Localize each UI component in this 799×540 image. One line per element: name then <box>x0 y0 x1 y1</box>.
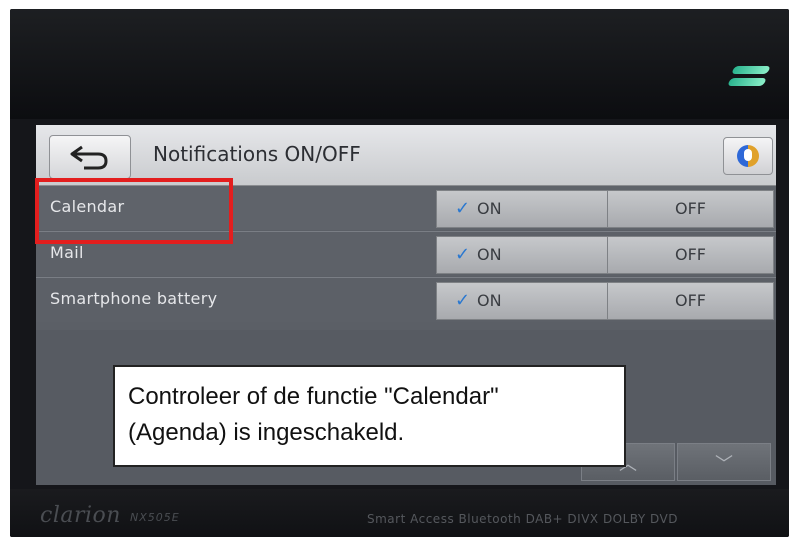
off-label: OFF <box>675 245 706 264</box>
smartphone-battery-on-button[interactable]: ✓ ON <box>436 282 608 320</box>
device-bezel-top <box>10 9 789 119</box>
calendar-on-button[interactable]: ✓ ON <box>436 190 608 228</box>
scroll-down-button[interactable]: ﹀ <box>677 443 771 481</box>
on-label: ON <box>477 291 502 310</box>
model-label: NX505E <box>130 511 180 524</box>
voice-button[interactable] <box>723 137 773 175</box>
back-button[interactable] <box>49 135 131 179</box>
chevron-down-icon: ﹀ <box>715 454 733 475</box>
check-icon: ✓ <box>455 198 471 219</box>
callout-line-2: (Agenda) is ingeschakeld. <box>128 419 405 446</box>
mail-on-button[interactable]: ✓ ON <box>436 236 608 274</box>
on-label: ON <box>477 245 502 264</box>
off-label: OFF <box>675 199 706 218</box>
page-title: Notifications ON/OFF <box>153 142 361 166</box>
mail-off-button[interactable]: OFF <box>607 236 774 274</box>
header-bar: Notifications ON/OFF <box>36 125 776 186</box>
calendar-off-button[interactable]: OFF <box>607 190 774 228</box>
instruction-callout: Controleer of de functie "Calendar" (Age… <box>113 365 626 467</box>
row-label: Mail <box>50 243 84 262</box>
row-label: Smartphone battery <box>50 289 218 308</box>
smartphone-battery-off-button[interactable]: OFF <box>607 282 774 320</box>
device-logo-icon <box>727 62 775 98</box>
brand-logo: clarion <box>40 503 121 528</box>
setting-row-smartphone-battery: Smartphone battery ✓ ON OFF <box>36 278 776 322</box>
on-label: ON <box>477 199 502 218</box>
calendar-highlight-box <box>35 178 233 244</box>
check-icon: ✓ <box>455 244 471 265</box>
check-icon: ✓ <box>455 290 471 311</box>
back-arrow-icon <box>70 145 108 170</box>
microphone-icon <box>737 145 759 167</box>
off-label: OFF <box>675 291 706 310</box>
callout-line-1: Controleer of de functie "Calendar" <box>128 383 499 410</box>
feature-logos: Smart Access Bluetooth DAB+ DIVX DOLBY D… <box>367 512 679 526</box>
